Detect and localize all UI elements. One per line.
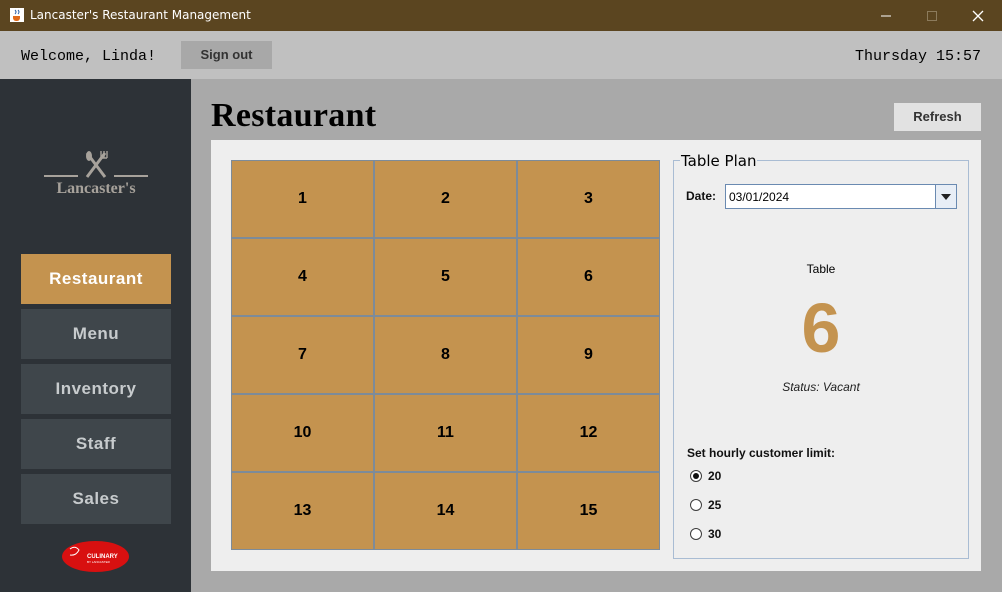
window-title: Lancaster's Restaurant Management [30, 8, 251, 22]
badge-subtext: BY LANCASTER [87, 560, 111, 564]
table-button[interactable]: 3 [517, 160, 660, 238]
table-button[interactable]: 14 [374, 472, 517, 550]
radio-label: 30 [708, 527, 722, 541]
table-button[interactable]: 2 [374, 160, 517, 238]
nav-sales-button[interactable]: Sales [21, 474, 171, 524]
welcome-text: Welcome, Linda! [21, 48, 157, 65]
table-plan-title: Table Plan [680, 152, 758, 170]
page-title: Restaurant [211, 97, 377, 134]
badge-swoosh-icon: CULINARY BY LANCASTER [69, 546, 118, 564]
table-label: Table [806, 262, 836, 276]
cutlery-icon [44, 151, 148, 178]
table-button[interactable]: 8 [374, 316, 517, 394]
minimize-icon [881, 15, 891, 17]
culinary-badge-logo: CULINARY BY LANCASTER [62, 541, 129, 572]
chevron-down-icon [941, 194, 951, 200]
table-button[interactable]: 1 [231, 160, 374, 238]
radio-selected-icon [690, 470, 702, 482]
clock-text: Thursday 15:57 [854, 48, 981, 65]
table-status: Status: Vacant [782, 380, 860, 394]
java-cup-icon [10, 8, 24, 22]
table-button[interactable]: 7 [231, 316, 374, 394]
top-bar: Welcome, Linda! Sign out Thursday 15:57 [0, 31, 1002, 79]
table-grid: 1 2 3 4 5 6 7 8 9 10 11 12 13 14 15 [231, 160, 660, 550]
table-button[interactable]: 9 [517, 316, 660, 394]
content-panel: 1 2 3 4 5 6 7 8 9 10 11 12 13 14 15 Tabl… [211, 140, 981, 571]
radio-label: 20 [708, 469, 722, 483]
nav-restaurant-button[interactable]: Restaurant [21, 254, 171, 304]
table-button[interactable]: 6 [517, 238, 660, 316]
date-label: Date: [686, 189, 717, 203]
nav-inventory-button[interactable]: Inventory [21, 364, 171, 414]
close-icon [972, 10, 984, 22]
refresh-button[interactable]: Refresh [894, 103, 981, 131]
sign-out-button[interactable]: Sign out [181, 41, 272, 69]
date-value: 03/01/2024 [729, 190, 790, 204]
maximize-button[interactable] [909, 0, 955, 31]
app-window: Lancaster's Restaurant Management Welcom… [0, 0, 1002, 592]
main-content: Restaurant Refresh 1 2 3 4 5 6 7 8 9 10 … [191, 79, 1002, 592]
maximize-icon [927, 11, 937, 21]
title-bar[interactable]: Lancaster's Restaurant Management [0, 0, 1002, 31]
radio-unselected-icon [690, 528, 702, 540]
logo: Lancaster's [40, 149, 152, 201]
radio-unselected-icon [690, 499, 702, 511]
table-button[interactable]: 10 [231, 394, 374, 472]
nav-menu-button[interactable]: Menu [21, 309, 171, 359]
logo-text: Lancaster's [56, 180, 136, 197]
table-button[interactable]: 15 [517, 472, 660, 550]
nav-staff-button[interactable]: Staff [21, 419, 171, 469]
selected-table-number: 6 [801, 289, 841, 367]
close-button[interactable] [955, 0, 1001, 31]
table-button[interactable]: 11 [374, 394, 517, 472]
customer-limit-label: Set hourly customer limit: [687, 446, 836, 460]
table-plan-group: Table Plan Date: 03/01/2024 Table 6 Stat… [673, 152, 969, 559]
table-button[interactable]: 13 [231, 472, 374, 550]
minimize-button[interactable] [863, 0, 909, 31]
date-select[interactable]: 03/01/2024 [725, 184, 957, 209]
table-button[interactable]: 4 [231, 238, 374, 316]
sidebar: Lancaster's Restaurant Menu Inventory St… [0, 79, 191, 592]
radio-label: 25 [708, 498, 722, 512]
table-button[interactable]: 5 [374, 238, 517, 316]
date-dropdown-button[interactable] [935, 185, 956, 208]
table-button[interactable]: 12 [517, 394, 660, 472]
